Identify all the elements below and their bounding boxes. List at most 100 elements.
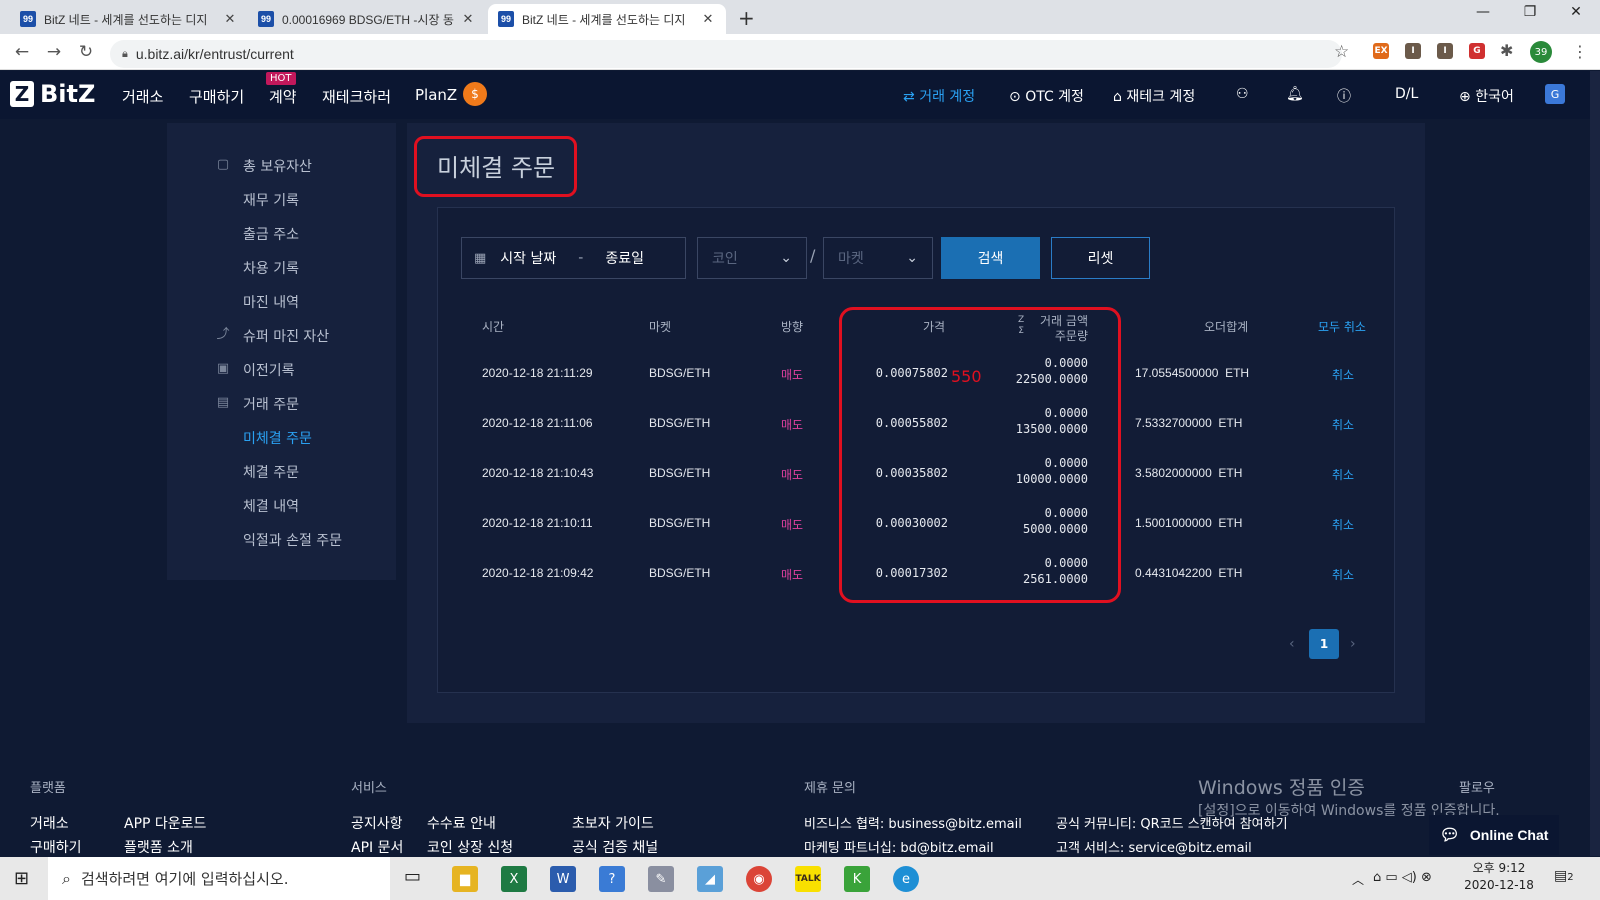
forward-icon[interactable]: → xyxy=(44,42,64,62)
windows-start-icon[interactable]: ⊞ xyxy=(14,868,29,889)
app-icon[interactable]: ◢ xyxy=(697,866,723,892)
trade-account-link[interactable]: ⇄ 거래 계정 xyxy=(903,86,975,106)
notification-icon[interactable]: ▤2 xyxy=(1554,868,1574,884)
footer-link[interactable]: 코인 상장 신청 xyxy=(427,837,513,857)
lock-icon: 🔒︎ xyxy=(122,47,128,60)
extension-icon[interactable]: I xyxy=(1437,43,1453,59)
red-highlight-price-amount xyxy=(839,307,1121,603)
footer-link[interactable]: 거래소 xyxy=(30,813,69,833)
footer-link[interactable]: 구매하기 xyxy=(30,837,82,857)
cancel-order-link[interactable]: 취소 xyxy=(1332,366,1354,383)
market-select[interactable]: 마켓 ⌄ xyxy=(823,237,933,279)
bookmark-star-icon[interactable]: ☆ xyxy=(1334,42,1349,62)
nav-finance[interactable]: 재테크하러 xyxy=(322,86,391,107)
app-icon[interactable]: K xyxy=(844,866,870,892)
reset-button[interactable]: 리셋 xyxy=(1051,237,1150,279)
nav-exchange[interactable]: 거래소 xyxy=(122,86,163,107)
extension-icon[interactable]: EX xyxy=(1373,43,1389,59)
excel-icon[interactable]: X xyxy=(501,866,527,892)
col-header-direction: 방향 xyxy=(781,320,804,334)
scrollbar[interactable] xyxy=(1590,71,1600,856)
online-chat-button[interactable]: 💬︎ Online Chat xyxy=(1429,815,1559,855)
end-date[interactable]: 종료일 xyxy=(605,248,644,268)
cancel-order-link[interactable]: 취소 xyxy=(1332,466,1354,483)
cell-total: 3.5802000000 ETH xyxy=(1135,466,1243,480)
date-range-picker[interactable]: ▦ 시작 날짜 - 종료일 xyxy=(461,237,686,279)
footer-link[interactable]: 플랫폼 소개 xyxy=(124,837,193,857)
close-icon[interactable]: ✕ xyxy=(222,11,238,27)
bitz-logo[interactable]: Z BitZ xyxy=(10,80,95,108)
browser-tab[interactable]: 99 BitZ 네트 - 세계를 선도하는 디지 ✕ xyxy=(10,4,248,34)
browser-tab[interactable]: 99 0.00016969 BDSG/ETH -시장 동 ✕ xyxy=(248,4,486,34)
footer-link[interactable]: 수수료 안내 xyxy=(427,813,496,833)
minimize-icon[interactable]: — xyxy=(1463,4,1503,20)
extension-icon[interactable]: I xyxy=(1405,43,1421,59)
browser-tab-active[interactable]: 99 BitZ 네트 - 세계를 선도하는 디지 ✕ xyxy=(488,4,726,34)
nav-buy[interactable]: 구매하기 xyxy=(189,86,244,107)
bell-icon[interactable]: 🔔︎ xyxy=(1286,86,1304,102)
cancel-order-link[interactable]: 취소 xyxy=(1332,566,1354,583)
chat-bubble-icon: 💬︎ xyxy=(1439,827,1460,844)
taskbar-clock[interactable]: 오후 9:12 2020-12-18 xyxy=(1464,860,1534,894)
chrome-icon[interactable]: ◉ xyxy=(746,866,772,892)
cancel-order-link[interactable]: 취소 xyxy=(1332,416,1354,433)
app-icon[interactable]: ? xyxy=(599,866,625,892)
footer-support-contact[interactable]: 고객 서비스: service@bitz.email xyxy=(1056,837,1252,856)
footer-heading-platform: 플랫폼 xyxy=(30,781,66,796)
paint-icon[interactable]: ✎ xyxy=(648,866,674,892)
cell-total: 1.5001000000 ETH xyxy=(1135,516,1243,530)
taskbar-search-input[interactable]: ⌕ 검색하려면 여기에 입력하십시오. xyxy=(48,857,390,900)
pagination-page[interactable]: 1 xyxy=(1309,629,1339,659)
tray-icons[interactable]: ⌂ ▭ ◁) ⊗ xyxy=(1373,870,1432,885)
edge-icon[interactable]: e xyxy=(893,866,919,892)
search-icon: ⌕ xyxy=(62,868,71,888)
file-explorer-icon[interactable]: ▆ xyxy=(452,866,478,892)
red-highlight-title xyxy=(414,136,577,197)
footer-link[interactable]: 초보자 가이드 xyxy=(572,813,654,833)
back-icon[interactable]: ← xyxy=(12,42,32,62)
new-tab-icon[interactable]: + xyxy=(738,6,755,30)
language-select[interactable]: ⊕ 한국어 xyxy=(1459,86,1514,106)
cell-side: 매도 xyxy=(781,568,804,582)
favicon-icon: 99 xyxy=(258,11,274,27)
puzzle-icon[interactable]: ✱ xyxy=(1500,41,1513,60)
nav-planz[interactable]: PlanZ xyxy=(415,86,457,104)
tray-chevron-icon[interactable]: ︿ xyxy=(1352,871,1364,888)
close-icon[interactable]: ✕ xyxy=(700,11,716,27)
footer-business-contact[interactable]: 비즈니스 협력: business@bitz.email xyxy=(804,813,1022,832)
profile-avatar[interactable]: 39 xyxy=(1530,41,1552,63)
cancel-order-link[interactable]: 취소 xyxy=(1332,516,1354,533)
close-icon[interactable]: ✕ xyxy=(460,11,476,27)
kakaotalk-icon[interactable]: TALK xyxy=(795,866,821,892)
footer-link[interactable]: APP 다운로드 xyxy=(124,813,206,833)
reload-icon[interactable]: ↻ xyxy=(76,42,96,62)
extension-icon[interactable]: G xyxy=(1469,43,1485,59)
translate-icon[interactable]: G xyxy=(1545,84,1565,104)
word-icon[interactable]: W xyxy=(550,866,576,892)
pagination-prev-icon[interactable]: ‹ xyxy=(1289,636,1295,652)
cell-market: BDSG/ETH xyxy=(649,516,711,530)
footer-link[interactable]: 공식 검증 채널 xyxy=(572,837,658,857)
menu-dots-icon[interactable]: ⋮ xyxy=(1572,42,1588,61)
url-field[interactable]: 🔒︎ u.bitz.ai/kr/entrust/current xyxy=(110,40,1342,68)
user-icon[interactable]: ⚇ xyxy=(1236,86,1249,102)
footer-heading-follow: 팔로우 xyxy=(1459,781,1495,796)
restore-icon[interactable]: ❐ xyxy=(1510,4,1550,20)
pagination-next-icon[interactable]: › xyxy=(1350,636,1356,652)
start-date[interactable]: 시작 날짜 xyxy=(500,248,556,268)
footer-marketing-contact[interactable]: 마케팅 파트너십: bd@bitz.email xyxy=(804,837,994,856)
coin-select[interactable]: 코인 ⌄ xyxy=(697,237,807,279)
search-button[interactable]: 검색 xyxy=(941,237,1040,279)
cancel-all-link[interactable]: 모두 취소 xyxy=(1318,318,1366,335)
footer-link[interactable]: API 문서 xyxy=(351,837,403,857)
otc-account-link[interactable]: ⊙ OTC 계정 xyxy=(1009,86,1084,106)
finance-account-link[interactable]: ⌂ 재테크 계정 xyxy=(1113,86,1195,106)
help-icon[interactable]: ⓘ xyxy=(1337,86,1351,106)
task-view-icon[interactable]: ▭ xyxy=(404,866,421,887)
dl-link[interactable]: D/L xyxy=(1395,86,1418,102)
cell-side: 매도 xyxy=(781,468,804,482)
nav-contract[interactable]: 계약 xyxy=(269,86,297,107)
close-window-icon[interactable]: ✕ xyxy=(1556,4,1596,20)
cell-time: 2020-12-18 21:10:43 xyxy=(482,466,594,480)
footer-link[interactable]: 공지사항 xyxy=(351,813,403,833)
